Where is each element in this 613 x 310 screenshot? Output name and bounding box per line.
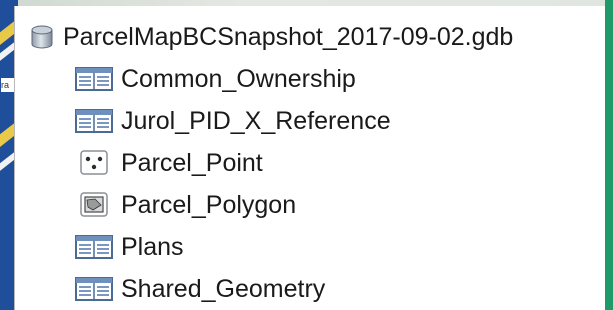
tree-node-label: Jurol_PID_X_Reference — [121, 106, 391, 135]
table-icon — [75, 109, 113, 133]
tree-node-shared-geometry[interactable]: Shared_Geometry — [75, 272, 325, 306]
table-icon — [75, 67, 113, 91]
tree-node-plans[interactable]: Plans — [75, 230, 184, 264]
catalog-tree-panel: ParcelMapBCSnapshot_2017-09-02.gdb Commo… — [14, 6, 605, 310]
map-background-right — [605, 0, 613, 310]
tree-node-jurol-pid-x-reference[interactable]: Jurol_PID_X_Reference — [75, 104, 391, 138]
point-feature-class-icon — [75, 150, 113, 176]
tree-node-label: Shared_Geometry — [121, 274, 326, 303]
geodatabase-icon — [29, 24, 55, 50]
tree-node-parcel-point[interactable]: Parcel_Point — [75, 146, 263, 180]
table-icon — [75, 277, 113, 301]
tree-node-geodatabase[interactable]: ParcelMapBCSnapshot_2017-09-02.gdb — [29, 20, 513, 54]
tree-node-label: Parcel_Point — [121, 148, 263, 177]
tree-node-label: Parcel_Polygon — [121, 190, 297, 219]
tree-node-label: Plans — [121, 232, 184, 261]
tree-node-label: Common_Ownership — [121, 64, 356, 93]
tree-node-parcel-polygon[interactable]: Parcel_Polygon — [75, 188, 296, 222]
table-icon — [75, 235, 113, 259]
tree-node-common-ownership[interactable]: Common_Ownership — [75, 62, 356, 96]
polygon-feature-class-icon — [75, 192, 113, 218]
tree-node-label: ParcelMapBCSnapshot_2017-09-02.gdb — [63, 22, 514, 51]
